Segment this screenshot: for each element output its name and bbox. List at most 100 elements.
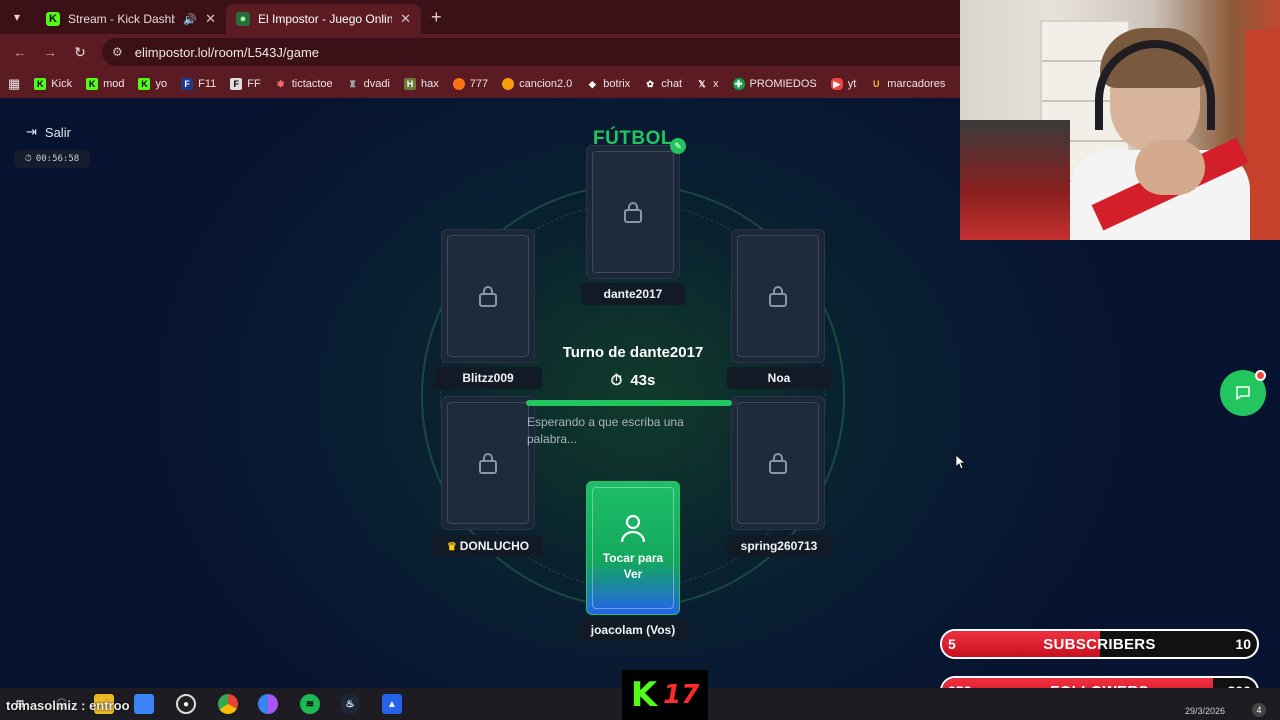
subscribers-current: 5 [948,636,956,652]
reload-icon[interactable]: ↻ [70,44,90,61]
user-icon [620,514,646,543]
bookmark-label: mod [103,78,125,90]
bookmark-botrix[interactable]: ◆ botrix [586,78,630,90]
bookmark-yt[interactable]: ▶ yt [830,78,857,90]
player-name-me: joacolam (Vos) [578,619,688,641]
player-name-lower-left: ♛ DONLUCHO [434,535,542,557]
bookmark-ff[interactable]: F FF [230,78,261,90]
card-inner [447,402,529,524]
webcam-chair [960,120,1070,240]
kick-icon: K [34,78,47,90]
forward-icon[interactable]: → [40,44,60,60]
subscribers-goal-value: 10 [1235,636,1251,652]
bookmark-label: chat [661,78,682,90]
x-icon: 𝕏 [698,78,706,89]
kick-logo-letter: K [630,675,658,715]
kick-icon: K [86,78,99,90]
player-name-upper-right: Noa [727,367,831,389]
f11-icon: F [181,78,194,90]
bookmark-label: cancion2.0 [519,78,573,90]
subscribers-goal: SUBSCRIBERS 5 10 [940,629,1259,659]
bookmark-label: botrix [603,78,631,90]
player-card-upper-right [731,229,825,363]
webcam-overlay [960,0,1280,240]
bookmark-chat[interactable]: ✿ chat [644,78,682,90]
apps-icon[interactable]: ▦ [8,76,20,92]
tab-kick-dashboard[interactable]: K Stream - Kick Dashboard 🔊 ✕ [36,4,226,34]
store-icon[interactable] [134,694,154,714]
chrome-icon[interactable] [218,694,238,714]
bookmark-f11[interactable]: F F11 [181,78,216,90]
chrome-profile-icon[interactable] [258,694,278,714]
player-name-upper-left: Blitzz009 [434,367,542,389]
notification-count[interactable]: 4 [1252,703,1266,717]
bookmark-marcadores[interactable]: Umarcadores [870,78,945,90]
chat-button[interactable] [1220,370,1266,416]
bookmark-dvadi[interactable]: ♜ dvadi [347,78,390,90]
bookmark-kick[interactable]: K Kick [34,78,72,90]
tap-to-see-label: Tocar para Ver [602,551,664,581]
youtube-icon: ▶ [830,78,843,90]
bookmark-777[interactable]: 777 [452,78,488,90]
tab-impostor-game[interactable]: ● El Impostor - Juego Online Grat ✕ [226,4,421,34]
my-card[interactable]: Tocar para Ver [586,481,680,615]
webcam-wall [1245,30,1280,240]
bookmark-cancion[interactable]: cancion2.0 [502,78,572,90]
bookmark-label: PROMIEDOS [749,78,817,90]
close-tab-icon[interactable]: ✕ [400,11,411,27]
url-input[interactable]: ⚙ elimpostor.lol/room/L543J/game [102,38,1002,66]
speaker-icon[interactable]: 🔊 [183,13,197,26]
bookmark-label: Kick [51,78,73,90]
obs-icon[interactable]: ● [176,694,196,714]
tab-search-menu-icon[interactable]: ▾ [6,6,28,28]
notification-dot [1255,370,1266,381]
bookmark-yo[interactable]: Kyo [138,78,167,90]
card-inner [737,402,819,524]
lock-icon [479,286,497,307]
bookmark-hax[interactable]: Hhax [403,78,439,90]
cancion-icon [502,78,515,90]
bookmark-x[interactable]: 𝕏x [696,78,718,90]
player-name-top: dante2017 [581,283,685,305]
app-icon[interactable]: ▲ [382,694,402,714]
player-name-lower-right: spring260713 [727,535,831,557]
card-inner: Tocar para Ver [592,487,674,609]
chat-icon [1236,386,1250,400]
bookmark-label: yo [155,78,168,90]
stopwatch-icon: ⏱ [24,154,32,164]
back-icon[interactable]: ← [10,44,30,60]
lock-icon [769,286,787,307]
bookmark-label: tictactoe [291,78,333,90]
kick-17-logo: K 17 [622,670,708,720]
bookmark-label: yt [847,78,857,90]
hax-icon: H [403,78,416,90]
url-text: elimpostor.lol/room/L543J/game [134,44,320,60]
turn-progress-fill [526,400,732,406]
bookmark-tictactoe[interactable]: ✱ tictactoe [275,78,333,90]
steam-icon[interactable]: ♨ [340,694,360,714]
botrix-icon: ◆ [588,78,596,89]
close-tab-icon[interactable]: ✕ [205,11,216,27]
edit-category-icon[interactable]: ✎ [670,138,686,154]
exit-button[interactable]: ⇥ Salir [26,124,71,140]
player-name-text: DONLUCHO [459,539,530,553]
countdown-value: 43s [630,372,656,389]
bookmark-mod[interactable]: Kmod [86,78,124,90]
bookmark-label: hax [420,78,439,90]
site-info-icon[interactable]: ⚙ [112,45,123,59]
kick-icon: K [138,78,151,90]
bookmark-label: marcadores [887,78,946,90]
card-inner [592,151,674,273]
stopwatch-icon: ⏱ [610,372,623,389]
new-tab-button[interactable]: + [431,7,442,28]
tab-title: Stream - Kick Dashboard [68,12,176,26]
tictactoe-icon: ✱ [276,78,285,89]
countdown: ⏱ 43s [600,372,666,389]
bookmark-label: F11 [198,78,217,90]
promiedos-icon: ✚ [732,78,745,90]
logout-icon: ⇥ [26,124,37,139]
spotify-icon[interactable]: ≋ [300,694,320,714]
elapsed-timer: ⏱ 00:56:58 [14,150,90,168]
bookmark-promiedos[interactable]: ✚ PROMIEDOS [732,78,817,90]
webcam-hand [1135,140,1205,195]
